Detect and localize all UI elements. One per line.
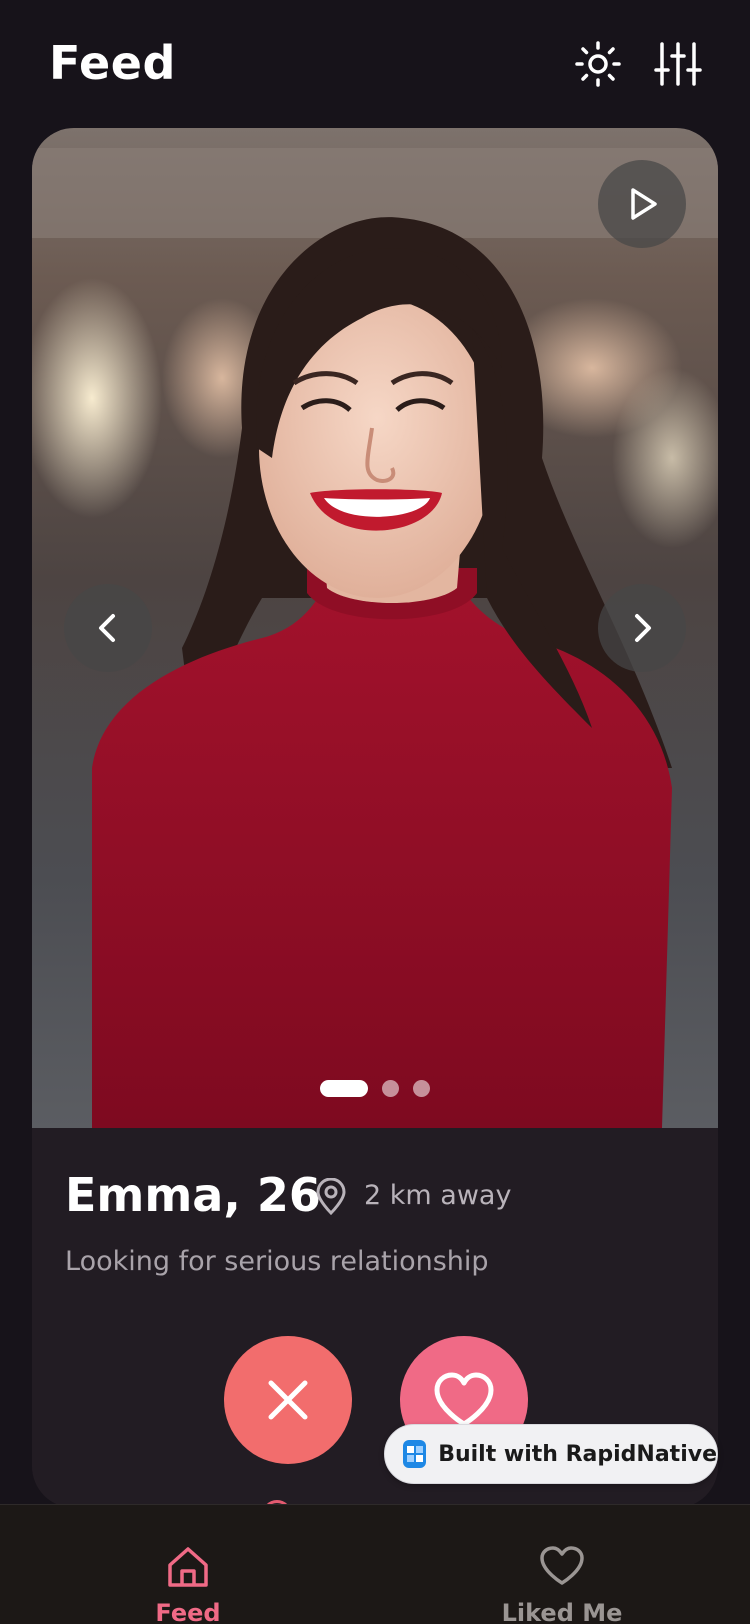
top-bar: Feed xyxy=(0,0,750,128)
heart-icon xyxy=(434,1372,494,1427)
bottom-tab-bar: Feed Liked Me xyxy=(0,1504,750,1624)
built-with-badge[interactable]: Built with RapidNative xyxy=(384,1424,718,1484)
photo-pagination xyxy=(32,1078,718,1098)
app-root: Feed Emma, 26 2 km away Looking for seri… xyxy=(0,0,750,1624)
pagination-dot-active[interactable] xyxy=(320,1079,368,1097)
next-photo-button[interactable] xyxy=(598,584,686,672)
heart-outline-icon xyxy=(540,1546,584,1585)
tab-liked-me-label: Liked Me xyxy=(501,1599,623,1624)
page-title: Feed xyxy=(49,36,176,90)
tab-liked-me[interactable]: Liked Me xyxy=(462,1505,662,1624)
theme-toggle-button[interactable] xyxy=(570,36,626,92)
dislike-button[interactable] xyxy=(224,1336,352,1464)
profile-card[interactable]: Emma, 26 2 km away Looking for serious r… xyxy=(32,128,718,1508)
chevron-right-icon xyxy=(635,614,651,642)
profile-distance: 2 km away xyxy=(364,1180,512,1211)
profile-name-age: Emma, 26 xyxy=(65,1168,321,1222)
play-icon xyxy=(631,188,657,220)
chevron-left-icon xyxy=(99,614,115,642)
rapidnative-logo-icon xyxy=(403,1440,427,1468)
profile-bio: Looking for serious relationship xyxy=(65,1246,489,1277)
badge-text: Built with RapidNative xyxy=(438,1441,717,1467)
filter-button[interactable] xyxy=(650,36,706,92)
home-icon xyxy=(168,1547,208,1587)
location-pin-icon xyxy=(316,1178,346,1216)
pagination-dot[interactable] xyxy=(382,1079,399,1097)
sun-icon xyxy=(575,41,621,87)
profile-photo[interactable] xyxy=(32,128,718,1128)
sliders-icon xyxy=(654,42,702,86)
previous-photo-button[interactable] xyxy=(64,584,152,672)
play-video-button[interactable] xyxy=(598,160,686,248)
close-icon xyxy=(268,1380,308,1420)
pagination-dot[interactable] xyxy=(413,1079,430,1097)
tab-feed-label: Feed xyxy=(155,1599,221,1624)
tab-feed[interactable]: Feed xyxy=(138,1505,238,1624)
